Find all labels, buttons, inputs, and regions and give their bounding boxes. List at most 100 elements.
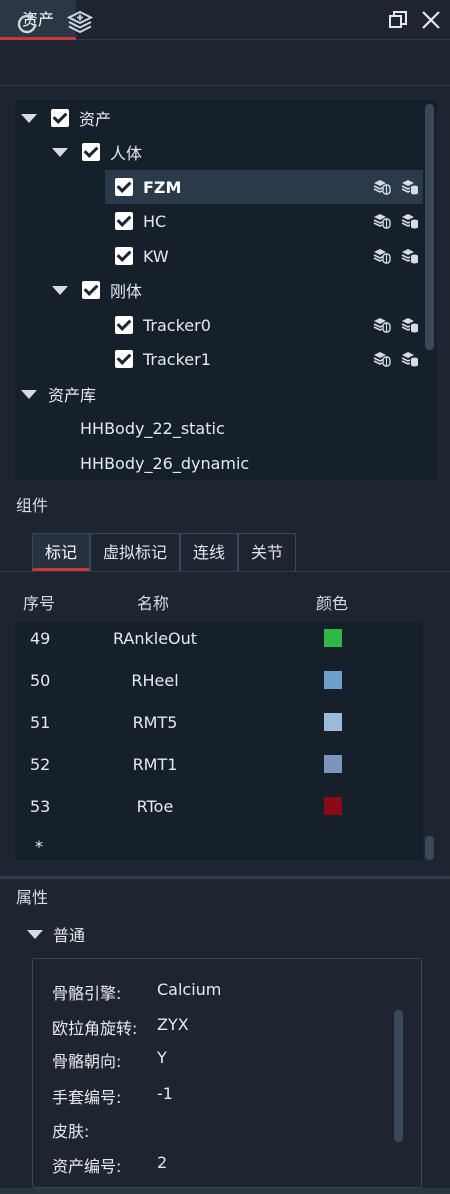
marker-color-swatch[interactable] bbox=[324, 797, 342, 815]
tab-markers[interactable]: 标记 bbox=[32, 533, 91, 571]
marker-table-header: 序号 名称 颜色 bbox=[0, 590, 450, 616]
marker-index: 53 bbox=[30, 797, 51, 816]
toolbar bbox=[0, 42, 450, 86]
expand-caret-icon[interactable] bbox=[27, 929, 43, 939]
column-header-name[interactable]: 名称 bbox=[137, 590, 169, 614]
show-model-icon[interactable] bbox=[373, 212, 391, 230]
tree-label: FZM bbox=[143, 177, 182, 197]
properties-section-general[interactable]: 普通 bbox=[27, 922, 85, 946]
properties-box: 骨骼引擎: Calcium 欧拉角旋转: ZYX 骨骼朝向: Y 手套编号: -… bbox=[32, 958, 422, 1188]
table-row[interactable]: 51 RMT5 bbox=[15, 703, 423, 745]
load-data-icon[interactable] bbox=[401, 316, 419, 334]
marker-index: 49 bbox=[30, 629, 51, 648]
checkbox-kw[interactable] bbox=[115, 247, 133, 265]
tab-joints[interactable]: 关节 bbox=[238, 533, 297, 571]
property-value[interactable]: ZYX bbox=[157, 1015, 189, 1034]
tree-item-library-1[interactable]: HHBody_26_dynamic bbox=[80, 446, 249, 480]
tree-label: 资产 bbox=[79, 110, 112, 129]
show-model-icon[interactable] bbox=[373, 247, 391, 265]
marker-table: 49 RAnkleOut 50 RHeel 51 RMT5 52 RMT1 53… bbox=[15, 622, 423, 860]
properties-heading: 属性 bbox=[16, 888, 49, 907]
property-key: 骨骼朝向: bbox=[52, 1052, 122, 1071]
divider bbox=[0, 876, 450, 879]
property-value[interactable]: -1 bbox=[157, 1084, 173, 1103]
checkbox-tracker1[interactable] bbox=[115, 350, 133, 368]
marker-table-scrollbar[interactable] bbox=[425, 836, 434, 860]
marker-name: RMT5 bbox=[132, 713, 178, 732]
property-key: 欧拉角旋转: bbox=[52, 1019, 138, 1038]
tree-label: 刚体 bbox=[110, 282, 143, 301]
property-value[interactable]: 2 bbox=[157, 1153, 167, 1172]
expand-caret-icon[interactable] bbox=[52, 285, 68, 295]
tree-label: HC bbox=[143, 211, 167, 231]
tree-label: HHBody_26_dynamic bbox=[80, 453, 250, 473]
table-row[interactable]: 49 RAnkleOut bbox=[15, 622, 423, 661]
tree-node-assets[interactable]: 资产 bbox=[21, 101, 111, 135]
restore-window-icon[interactable] bbox=[388, 10, 408, 30]
tree-label: HHBody_22_static bbox=[80, 418, 225, 438]
marker-color-swatch[interactable] bbox=[324, 755, 342, 773]
property-key: 手套编号: bbox=[52, 1088, 122, 1107]
tree-node-rigid[interactable]: 刚体 bbox=[52, 273, 142, 307]
column-header-index[interactable]: 序号 bbox=[23, 590, 55, 614]
tree-label: 资产库 bbox=[48, 386, 97, 405]
checkbox-rigid[interactable] bbox=[82, 281, 100, 299]
property-value[interactable]: Y bbox=[157, 1048, 167, 1067]
show-model-icon[interactable] bbox=[373, 350, 391, 368]
tab-links[interactable]: 连线 bbox=[180, 533, 239, 571]
load-data-icon[interactable] bbox=[401, 350, 419, 368]
property-key: 骨骼引擎: bbox=[52, 984, 122, 1003]
property-value[interactable]: Calcium bbox=[157, 980, 221, 999]
marker-color-swatch[interactable] bbox=[324, 629, 342, 647]
marker-index: 52 bbox=[30, 755, 51, 774]
refresh-icon[interactable] bbox=[13, 10, 41, 38]
marker-index: 50 bbox=[30, 671, 51, 690]
table-row[interactable]: 50 RHeel bbox=[15, 661, 423, 703]
tab-virtual-markers[interactable]: 虚拟标记 bbox=[90, 533, 181, 571]
checkbox-assets[interactable] bbox=[51, 109, 69, 127]
tree-scrollbar[interactable] bbox=[425, 104, 434, 350]
components-heading: 组件 bbox=[16, 496, 49, 515]
load-data-icon[interactable] bbox=[401, 178, 419, 196]
marker-color-swatch[interactable] bbox=[324, 671, 342, 689]
new-row[interactable]: * bbox=[15, 827, 423, 860]
marker-name: RMT1 bbox=[132, 755, 178, 774]
load-data-icon[interactable] bbox=[401, 212, 419, 230]
tree-label: 人体 bbox=[110, 144, 143, 163]
bottom-border bbox=[0, 1188, 450, 1194]
new-row-marker: * bbox=[35, 837, 43, 856]
tree-item-library-0[interactable]: HHBody_22_static bbox=[80, 411, 225, 445]
marker-name: RAnkleOut bbox=[112, 629, 198, 648]
tree-label: KW bbox=[143, 246, 169, 266]
divider bbox=[0, 571, 450, 572]
tree-node-library[interactable]: 资产库 bbox=[21, 377, 96, 411]
tree-node-humans[interactable]: 人体 bbox=[52, 135, 142, 169]
property-key: 皮肤: bbox=[52, 1122, 90, 1141]
show-model-icon[interactable] bbox=[373, 316, 391, 334]
component-tabs: 标记 虚拟标记 连线 关节 bbox=[32, 533, 297, 571]
expand-caret-icon[interactable] bbox=[21, 113, 37, 123]
add-layers-icon[interactable] bbox=[66, 9, 94, 37]
show-model-icon[interactable] bbox=[373, 178, 391, 196]
checkbox-fzm[interactable] bbox=[115, 178, 133, 196]
tree-label: Tracker1 bbox=[143, 349, 211, 369]
section-label: 普通 bbox=[53, 926, 86, 945]
load-data-icon[interactable] bbox=[401, 247, 419, 265]
table-row[interactable]: 52 RMT1 bbox=[15, 745, 423, 787]
checkbox-humans[interactable] bbox=[82, 143, 100, 161]
tree-label: Tracker0 bbox=[143, 315, 211, 335]
expand-caret-icon[interactable] bbox=[52, 147, 68, 157]
asset-tree: 资产 人体 FZM HC KW 刚体 Tracker0 Tracker1 资产库 bbox=[15, 100, 437, 480]
marker-name: RToe bbox=[136, 797, 174, 816]
checkbox-tracker0[interactable] bbox=[115, 316, 133, 334]
checkbox-hc[interactable] bbox=[115, 212, 133, 230]
expand-caret-icon[interactable] bbox=[21, 389, 37, 399]
close-icon[interactable] bbox=[420, 9, 442, 31]
marker-index: 51 bbox=[30, 713, 51, 732]
properties-scrollbar[interactable] bbox=[394, 1010, 403, 1142]
marker-name: RHeel bbox=[131, 671, 179, 690]
property-key: 资产编号: bbox=[52, 1157, 122, 1176]
table-row[interactable]: 53 RToe bbox=[15, 787, 423, 829]
marker-color-swatch[interactable] bbox=[324, 713, 342, 731]
column-header-color[interactable]: 颜色 bbox=[316, 590, 348, 614]
